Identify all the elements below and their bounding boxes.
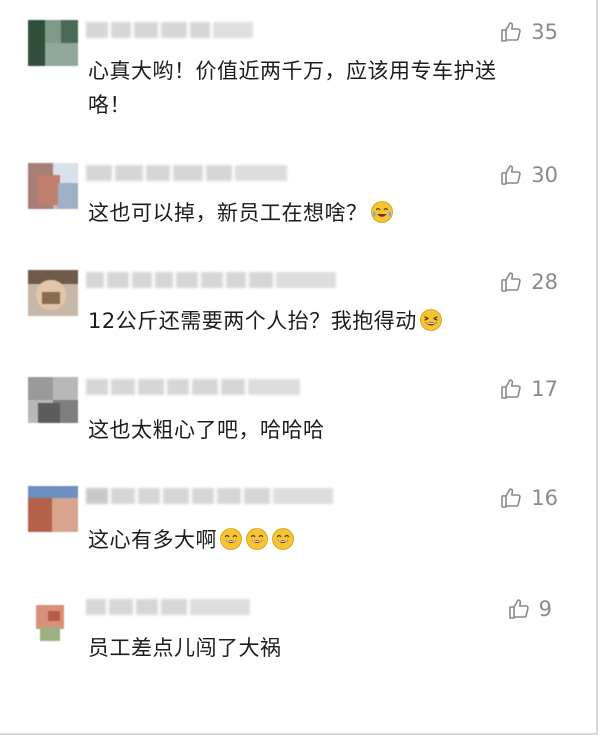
username-blurred[interactable] — [86, 272, 336, 288]
user-avatar[interactable] — [28, 163, 78, 209]
username-blurred[interactable] — [86, 165, 287, 181]
comment-item: 9 员工差点儿闯了大祸 — [0, 597, 600, 667]
like-button[interactable]: 28 — [499, 270, 558, 294]
comment-text: 这心有多大啊 — [88, 523, 538, 557]
comment-item: 16 这心有多大啊 — [0, 486, 600, 556]
like-button[interactable]: 17 — [499, 377, 558, 401]
comment-text: 12公斤还需要两个人抬？我抱得动 — [88, 304, 538, 338]
user-avatar[interactable] — [28, 270, 78, 316]
thumbs-up-icon — [499, 20, 523, 44]
thumbs-up-icon — [499, 270, 523, 294]
like-count: 17 — [531, 377, 558, 401]
like-button[interactable]: 35 — [499, 20, 558, 44]
comment-item: 17 这也太粗心了吧，哈哈哈 — [0, 377, 600, 447]
username-blurred[interactable] — [86, 379, 300, 395]
grinning-emoji — [219, 527, 243, 551]
comment-text: 员工差点儿闯了大祸 — [88, 636, 282, 660]
like-count: 16 — [531, 486, 558, 510]
grinning-emoji — [245, 527, 269, 551]
like-button[interactable]: 16 — [499, 486, 558, 510]
like-button[interactable]: 9 — [507, 597, 552, 621]
user-avatar[interactable] — [28, 486, 78, 532]
thumbs-up-icon — [507, 597, 531, 621]
user-avatar[interactable] — [28, 377, 78, 423]
username-blurred[interactable] — [86, 22, 253, 38]
like-count: 30 — [531, 163, 558, 187]
comment-item: 28 12公斤还需要两个人抬？我抱得动 — [0, 270, 600, 340]
thumbs-up-icon — [499, 163, 523, 187]
comment-text: 心真大哟！价值近两千万，应该用专车护送咯！ — [88, 59, 497, 117]
username-blurred[interactable] — [86, 599, 250, 615]
user-avatar[interactable] — [28, 597, 78, 643]
like-count: 9 — [538, 597, 552, 621]
like-count: 35 — [531, 20, 558, 44]
comment-text: 这也太粗心了吧，哈哈哈 — [88, 418, 325, 442]
thumbs-up-icon — [499, 377, 523, 401]
thumbs-up-icon — [499, 486, 523, 510]
comment-item: 35 心真大哟！价值近两千万，应该用专车护送咯！ — [0, 20, 600, 120]
grinning-emoji — [271, 527, 295, 551]
like-count: 28 — [531, 270, 558, 294]
laughing-emoji — [419, 308, 443, 332]
comment-item: 30 这也可以掉，新员工在想啥？ — [0, 163, 600, 233]
crying-laughing-emoji — [370, 200, 394, 224]
user-avatar[interactable] — [28, 20, 78, 66]
username-blurred[interactable] — [86, 488, 333, 504]
comment-text: 这也可以掉，新员工在想啥？ — [88, 196, 538, 230]
like-button[interactable]: 30 — [499, 163, 558, 187]
